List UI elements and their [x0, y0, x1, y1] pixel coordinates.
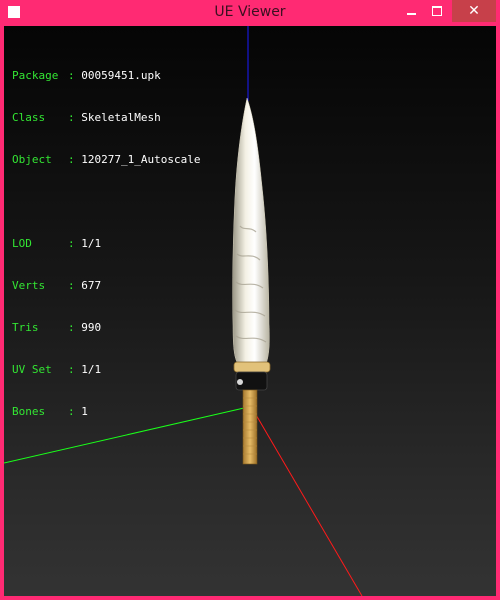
collar-rivet	[237, 379, 243, 385]
info-separator: :	[68, 237, 75, 250]
minimize-button[interactable]	[398, 0, 424, 22]
info-separator: :	[68, 111, 75, 124]
info-label: Class	[12, 111, 59, 124]
info-label: LOD	[12, 237, 59, 250]
info-separator: :	[68, 279, 75, 292]
info-row-package: Package: 00059451.upk	[12, 69, 200, 83]
3d-viewport[interactable]: Package: 00059451.upk Class : SkeletalMe…	[4, 26, 496, 596]
info-value: 990	[81, 321, 102, 334]
info-label: Package	[12, 69, 59, 82]
maximize-button[interactable]	[424, 0, 450, 22]
info-separator: :	[68, 363, 75, 376]
axis-x-line	[251, 407, 363, 596]
info-value: 1/1	[81, 237, 102, 250]
info-value: SkeletalMesh	[81, 111, 161, 124]
minimize-icon	[406, 13, 416, 15]
blade-mesh	[232, 97, 270, 365]
info-value: 1	[81, 405, 88, 418]
info-row-uvset: UV Set : 1/1	[12, 363, 200, 377]
info-row-bones: Bones : 1	[12, 405, 200, 419]
info-separator: :	[68, 321, 75, 334]
info-label: Verts	[12, 279, 59, 292]
info-separator: :	[68, 69, 75, 82]
close-icon: ✕	[468, 3, 480, 19]
info-separator: :	[68, 153, 75, 166]
info-label: Bones	[12, 405, 59, 418]
app-window: UE Viewer ✕ Package: 00059451.upk Class…	[0, 0, 500, 600]
close-button[interactable]: ✕	[452, 0, 496, 22]
info-label: UV Set	[12, 363, 59, 376]
info-value: 00059451.upk	[81, 69, 161, 82]
info-value: 1/1	[81, 363, 102, 376]
info-row-tris: Tris : 990	[12, 321, 200, 335]
info-row-lod: LOD : 1/1	[12, 237, 200, 251]
mesh-info-panel: Package: 00059451.upk Class : SkeletalMe…	[12, 41, 200, 447]
info-label: Tris	[12, 321, 59, 334]
maximize-icon	[432, 6, 442, 16]
info-row-class: Class : SkeletalMesh	[12, 111, 200, 125]
title-bar[interactable]: UE Viewer ✕	[0, 0, 500, 26]
info-value: 677	[81, 279, 102, 292]
info-row-verts: Verts : 677	[12, 279, 200, 293]
handle-grip	[242, 389, 258, 465]
info-row-object: Object : 120277_1_Autoscale	[12, 153, 200, 167]
info-separator: :	[68, 405, 75, 418]
info-label: Object	[12, 153, 59, 166]
guard-ring	[233, 361, 271, 373]
info-value: 120277_1_Autoscale	[81, 153, 201, 166]
